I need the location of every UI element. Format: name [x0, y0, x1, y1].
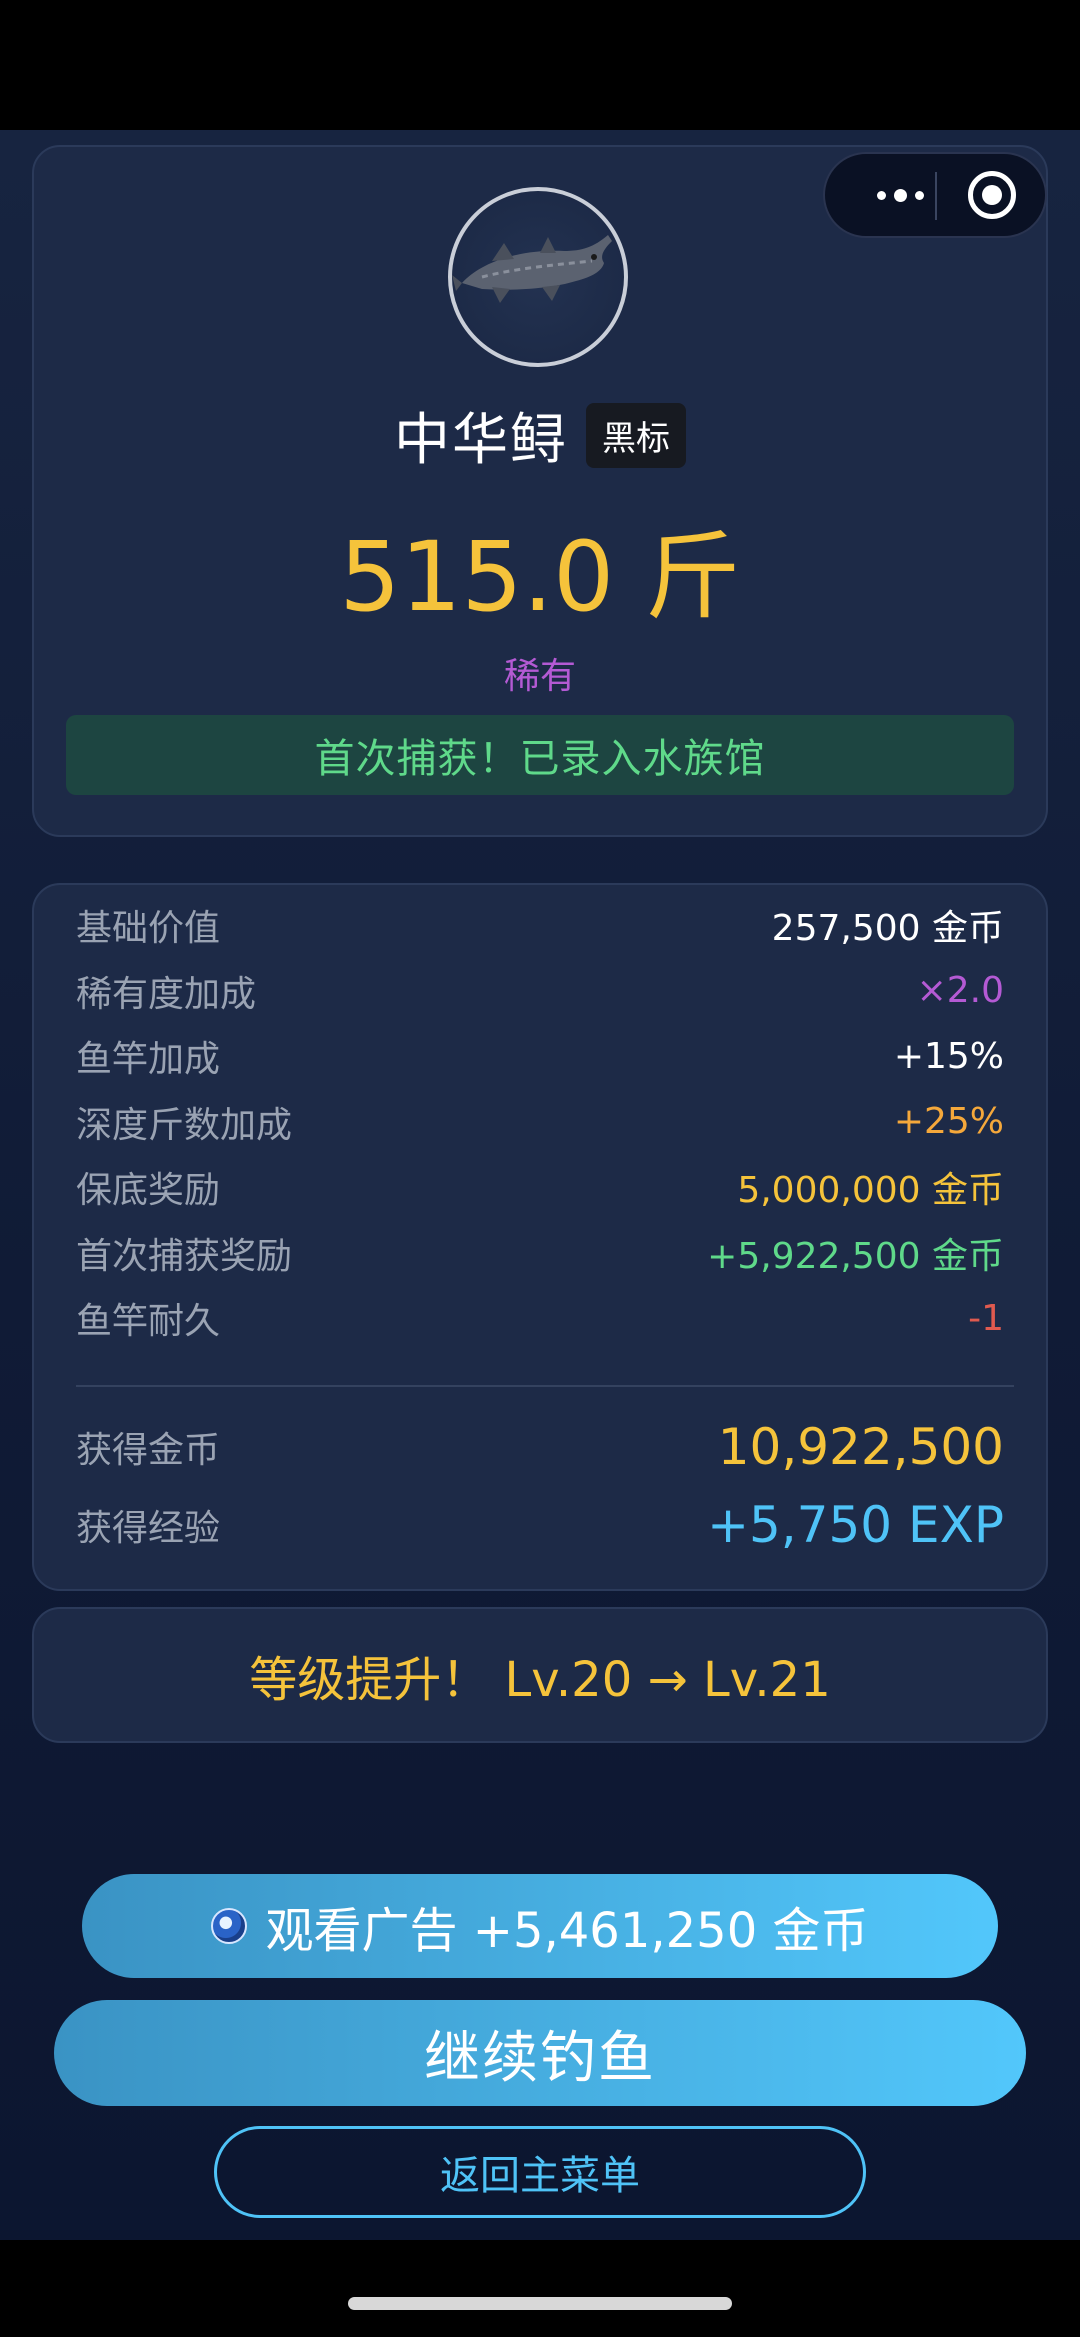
fish-weight: 515.0 斤: [339, 521, 741, 633]
exp-total-label: 获得经验: [76, 1508, 221, 1549]
rarity-label: 稀有: [503, 656, 576, 697]
watch-ad-button[interactable]: 观看广告 +5,461,250 金币: [82, 1874, 998, 1978]
home-indicator[interactable]: [348, 2297, 732, 2310]
first-catch-banner: 首次捕获！已录入水族馆: [66, 715, 1014, 795]
stat-value: -1: [968, 1297, 1004, 1339]
stat-row: 稀有度加成 ×2.0: [76, 961, 1004, 1021]
catch-result-card: 中华鲟 黑标 515.0 斤 稀有 首次捕获！已录入水族馆: [32, 145, 1048, 837]
more-options-icon[interactable]: [855, 154, 945, 236]
capsule-divider: [935, 172, 937, 220]
watch-ad-label: 观看广告 +5,461,250 金币: [265, 1903, 869, 1959]
stat-label: 鱼竿耐久: [76, 1301, 221, 1342]
stat-value: ×2.0: [916, 970, 1004, 1011]
exp-total-value: +5,750 EXP: [707, 1496, 1004, 1554]
stat-label: 首次捕获奖励: [76, 1235, 293, 1277]
stat-row: 鱼竿耐久 -1: [76, 1288, 1004, 1348]
level-up-card: 等级提升！ Lv.20 → Lv.21: [32, 1607, 1048, 1743]
coins-total-label: 获得金币: [76, 1430, 221, 1471]
miniprogram-capsule: [823, 152, 1047, 238]
stat-label: 鱼竿加成: [76, 1039, 221, 1080]
stat-label: 保底奖励: [76, 1170, 221, 1211]
stat-label: 基础价值: [76, 908, 221, 949]
stat-row: 基础价值 257,500 金币: [76, 895, 1004, 955]
return-main-menu-button[interactable]: 返回主菜单: [214, 2126, 866, 2218]
sturgeon-fish-icon: [448, 187, 628, 367]
coins-total-row: 获得金币 10,922,500: [76, 1417, 1004, 1477]
stat-label: 稀有度加成: [76, 973, 257, 1015]
stat-row: 保底奖励 5,000,000 金币: [76, 1157, 1004, 1217]
reward-stats-card: 基础价值 257,500 金币稀有度加成 ×2.0 鱼竿加成 +15% 深度斤数加成 +25…: [32, 883, 1048, 1591]
coins-total-value: 10,922,500: [717, 1418, 1004, 1476]
stat-row: 首次捕获奖励 +5,922,500 金币: [76, 1223, 1004, 1283]
stat-value: 5,000,000 金币: [737, 1170, 1004, 1211]
stat-value: 257,500 金币: [771, 908, 1004, 949]
stat-value: +25%: [893, 1101, 1004, 1142]
ad-play-icon: [211, 1908, 248, 1944]
stat-value: +15%: [893, 1035, 1004, 1077]
stat-value: +5,922,500 金币: [707, 1235, 1004, 1277]
fish-name-row: 中华鲟 黑标: [34, 395, 1046, 476]
continue-fishing-label: 继续钓鱼: [424, 2025, 656, 2091]
stat-row: 深度斤数加成 +25%: [76, 1092, 1004, 1152]
level-up-text: 等级提升！ Lv.20 → Lv.21: [249, 1652, 831, 1708]
stats-divider: [76, 1385, 1014, 1387]
return-main-menu-label: 返回主菜单: [440, 2153, 640, 2199]
exp-total-row: 获得经验 +5,750 EXP: [76, 1495, 1004, 1555]
stat-row: 鱼竿加成 +15%: [76, 1026, 1004, 1086]
black-tag-badge: 黑标: [586, 403, 686, 468]
close-miniprogram-icon[interactable]: [968, 171, 1016, 219]
stat-label: 深度斤数加成: [76, 1104, 293, 1146]
fish-name: 中华鲟: [394, 408, 568, 473]
continue-fishing-button[interactable]: 继续钓鱼: [54, 2000, 1026, 2106]
